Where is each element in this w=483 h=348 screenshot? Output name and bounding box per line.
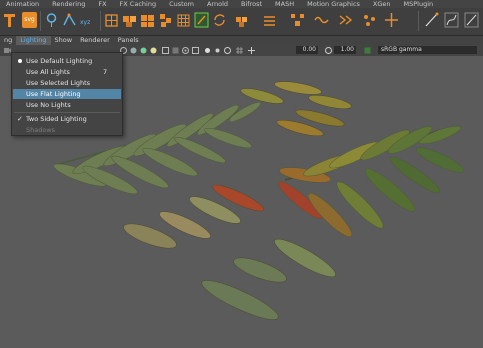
scatter-icon[interactable] (362, 12, 377, 28)
shelf-divider (418, 11, 419, 31)
shadows-icon[interactable] (162, 47, 169, 54)
panel-menu-shading[interactable]: ng (0, 36, 16, 45)
grid-cube-icon[interactable] (104, 12, 119, 28)
arrange-icon[interactable] (262, 12, 277, 28)
xray-icon[interactable] (214, 47, 221, 54)
menu-fx[interactable]: FX (92, 0, 113, 8)
menu-item-use-default-lighting[interactable]: Use Default Lighting (13, 56, 121, 66)
menu-bifrost[interactable]: Bifrost (235, 0, 269, 8)
lights-icon[interactable] (150, 47, 157, 54)
panel-menu-panels[interactable]: Panels (114, 36, 143, 45)
anti-alias-icon[interactable] (192, 47, 199, 54)
menu-item-label: Use Selected Lights (26, 79, 91, 87)
isolate-icon[interactable] (204, 47, 211, 54)
exposure-icon[interactable] (248, 47, 255, 54)
menu-item-label: Shadows (26, 126, 56, 134)
menu-item-label: Use All Lights (26, 68, 70, 76)
cube-random-icon[interactable] (158, 12, 173, 28)
panel-menu-lighting[interactable]: Lighting (16, 36, 51, 45)
shelf: svg xyz (0, 8, 483, 36)
flow-icon[interactable] (338, 12, 353, 28)
menu-fx-caching[interactable]: FX Caching (114, 0, 164, 8)
menu-msplugin[interactable]: MSPlugin (398, 0, 441, 8)
menu-item-label: Two Sided Lighting (26, 115, 87, 123)
menu-rendering[interactable]: Rendering (46, 0, 92, 8)
grid-toggle-icon[interactable] (236, 47, 243, 54)
menu-xgen[interactable]: XGen (367, 0, 398, 8)
panel-menu-renderer[interactable]: Renderer (76, 36, 114, 45)
exposure-field[interactable]: 0.00 (296, 46, 318, 54)
color-management-icon[interactable] (364, 47, 371, 54)
ambient-occlusion-icon[interactable] (172, 47, 179, 54)
panel-menubar: ng Lighting Show Renderer Panels (0, 36, 483, 45)
radio-dot-icon (18, 59, 22, 63)
menu-motion-graphics[interactable]: Motion Graphics (301, 0, 367, 8)
menu-item-two-sided-lighting[interactable]: ✓ Two Sided Lighting (13, 114, 121, 124)
lighting-menu: Use Default Lighting Use All Lights 7 Us… (11, 52, 123, 136)
wave-tool-icon[interactable] (314, 12, 329, 28)
menu-item-use-flat-lighting[interactable]: Use Flat Lighting (13, 89, 121, 99)
menu-mash[interactable]: MASH (269, 0, 301, 8)
cube-array-icon[interactable] (140, 12, 155, 28)
target-icon[interactable] (44, 12, 59, 28)
svg-tool-icon[interactable]: svg (22, 12, 37, 28)
orbit-icon[interactable] (212, 12, 227, 28)
check-icon: ✓ (17, 115, 23, 123)
shelf-divider (100, 11, 101, 31)
curve-tool-icon[interactable] (62, 12, 77, 28)
textured-icon[interactable] (140, 47, 147, 54)
grid-select-icon[interactable] (176, 12, 191, 28)
xray-joints-icon[interactable] (224, 47, 231, 54)
right-branch-leaves (277, 125, 464, 238)
motion-blur-icon[interactable] (182, 47, 189, 54)
cube-stack-icon[interactable] (122, 12, 137, 28)
text-tool-icon[interactable] (2, 12, 17, 28)
menu-item-label: Use Flat Lighting (26, 90, 81, 98)
hotkey-label: 7 (103, 68, 108, 76)
cube-cluster-icon[interactable] (234, 12, 249, 28)
panel-menu-show[interactable]: Show (51, 36, 77, 45)
menu-separator (14, 112, 120, 113)
menu-item-use-all-lights[interactable]: Use All Lights 7 (13, 67, 121, 77)
menu-item-use-selected-lights[interactable]: Use Selected Lights (13, 78, 121, 88)
menu-item-label: Use Default Lighting (26, 57, 93, 65)
menu-item-label: Use No Lights (26, 101, 71, 109)
svg-label: svg (24, 16, 35, 23)
menu-custom[interactable]: Custom (163, 0, 201, 8)
menu-arnold[interactable]: Arnold (201, 0, 235, 8)
shelf-divider (40, 11, 41, 31)
xyz-tool-icon[interactable]: xyz (80, 12, 95, 28)
camera-icon[interactable] (4, 47, 11, 54)
explode-icon[interactable] (290, 12, 305, 28)
select-line-icon[interactable] (464, 12, 479, 28)
move-tool-icon[interactable] (384, 12, 399, 28)
menu-animation[interactable]: Animation (0, 0, 46, 8)
gamma-field[interactable]: 1.00 (334, 46, 356, 54)
menu-item-use-no-lights[interactable]: Use No Lights (13, 100, 121, 110)
paint-tool-icon[interactable] (194, 12, 209, 28)
curve-edit-icon[interactable] (444, 12, 459, 28)
draw-line-icon[interactable] (424, 12, 439, 28)
color-space-select[interactable]: sRGB gamma (378, 46, 477, 54)
svg-text:xyz: xyz (80, 19, 90, 26)
menu-item-shadows: Shadows (13, 125, 121, 135)
gamma-icon[interactable] (325, 47, 332, 54)
module-menubar: Animation Rendering FX FX Caching Custom… (0, 0, 483, 8)
smooth-shade-icon[interactable] (130, 47, 137, 54)
